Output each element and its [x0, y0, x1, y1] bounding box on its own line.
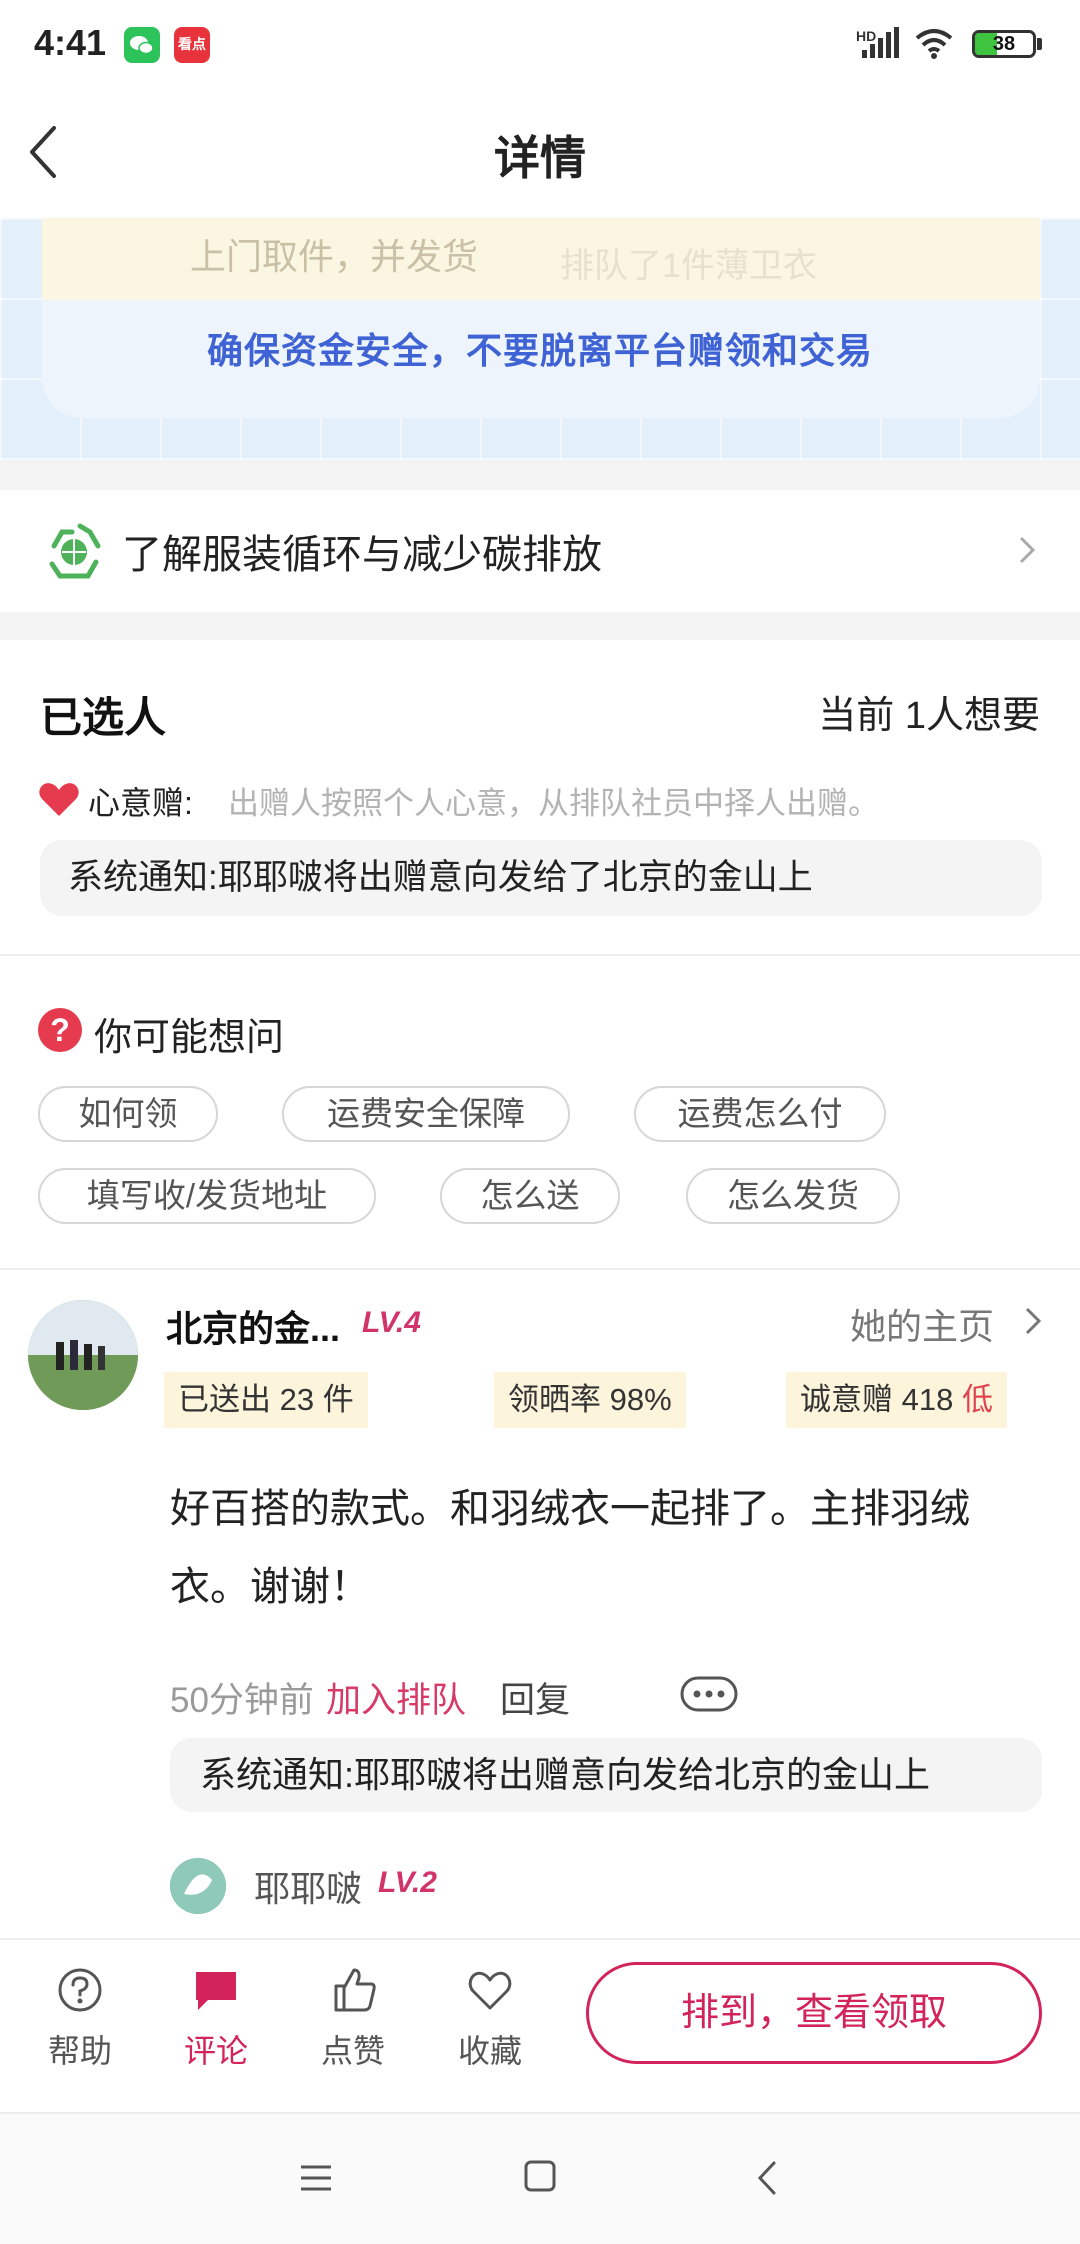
- gift-mode-label: 心意赠:: [88, 785, 193, 821]
- heart-icon: [39, 783, 79, 816]
- faq-chip[interactable]: 填写收/发货地址: [38, 1168, 376, 1224]
- tab-favorite[interactable]: 收藏: [435, 2026, 545, 2072]
- more-options-icon[interactable]: [680, 1674, 738, 1714]
- help-icon[interactable]: [56, 1966, 104, 2014]
- signal-icon: [862, 27, 899, 58]
- battery-level: 38: [992, 33, 1016, 55]
- home-icon[interactable]: [522, 2158, 558, 2194]
- wechat-icon: [124, 27, 160, 63]
- page-title: 详情: [494, 132, 586, 184]
- battery-tip: [1037, 38, 1042, 50]
- tab-help[interactable]: 帮助: [25, 2026, 135, 2072]
- chevron-right-icon: [1019, 536, 1036, 564]
- stat-sincerity: 诚意赠 418 低: [786, 1372, 1007, 1428]
- news-app-icon: 看点: [174, 27, 210, 63]
- profile-link[interactable]: 她的主页: [850, 1298, 994, 1350]
- stat-sincerity-level: 低: [961, 1382, 993, 1417]
- menu-icon[interactable]: [298, 2160, 334, 2196]
- stat-sincerity-value: 诚意赠 418: [800, 1382, 954, 1417]
- tab-comment[interactable]: 评论: [161, 2026, 271, 2072]
- wifi-icon: [915, 29, 953, 59]
- faq-title: 你可能想问: [94, 1017, 285, 1059]
- status-time: 4:41: [34, 22, 107, 63]
- commenter-level: LV.4: [362, 1306, 421, 1339]
- battery-icon: 38: [972, 30, 1036, 58]
- faq-chip[interactable]: 怎么发货: [686, 1168, 900, 1224]
- tab-like[interactable]: 点赞: [298, 2026, 408, 2072]
- comment-system-notice: 系统通知:耶耶啵将出赠意向发给北京的金山上: [170, 1738, 1042, 1812]
- safety-notice: 确保资金安全，不要脱离平台赠领和交易: [206, 330, 873, 371]
- divider: [0, 1268, 1080, 1270]
- thumbs-up-icon[interactable]: [330, 1966, 378, 2014]
- chevron-right-icon: [1025, 1307, 1042, 1335]
- heart-outline-icon[interactable]: [466, 1966, 514, 2014]
- divider: [0, 954, 1080, 956]
- gift-mode-description: 出赠人按照个人心意，从排队社员中择人出赠。: [228, 786, 879, 821]
- join-queue-link[interactable]: 加入排队: [326, 1672, 466, 1723]
- reply-user-level: LV.2: [378, 1866, 437, 1899]
- selected-section-title: 已选人: [40, 694, 167, 741]
- faq-chip[interactable]: 如何领: [38, 1086, 218, 1142]
- comment-time: 50分钟前: [170, 1681, 314, 1720]
- banner-marquee-text-2: 排队了1件薄卫衣: [560, 247, 817, 285]
- reply-user-avatar[interactable]: [170, 1858, 226, 1914]
- claim-button[interactable]: 排到，查看领取: [586, 1962, 1042, 2064]
- system-notice: 系统通知:耶耶啵将出赠意向发给了北京的金山上: [40, 840, 1042, 916]
- section-gap: [0, 612, 1080, 640]
- faq-chip[interactable]: 运费怎么付: [634, 1086, 886, 1142]
- comment-icon[interactable]: [192, 1966, 240, 2014]
- reply-button[interactable]: 回复: [500, 1672, 570, 1723]
- reply-user-name[interactable]: 耶耶啵: [254, 1860, 362, 1912]
- want-count: 当前 1人想要: [818, 695, 1040, 737]
- question-icon: ?: [38, 1008, 82, 1052]
- stat-sent: 已送出 23 件: [164, 1372, 368, 1428]
- recycle-globe-icon: [49, 523, 101, 579]
- stat-share-rate: 领晒率 98%: [494, 1372, 686, 1428]
- banner-marquee-text-1: 上门取件，并发货: [190, 236, 479, 277]
- recycle-info-label: 了解服装循环与减少碳排放: [122, 533, 602, 577]
- faq-chip[interactable]: 怎么送: [440, 1168, 620, 1224]
- section-gap: [0, 460, 1080, 490]
- faq-chip[interactable]: 运费安全保障: [282, 1086, 570, 1142]
- system-back-icon[interactable]: [752, 2158, 782, 2198]
- avatar[interactable]: [28, 1300, 138, 1410]
- commenter-name[interactable]: 北京的金...: [166, 1300, 340, 1352]
- comment-body: 好百搭的款式。和羽绒衣一起排了。主排羽绒衣。谢谢！: [170, 1487, 970, 1609]
